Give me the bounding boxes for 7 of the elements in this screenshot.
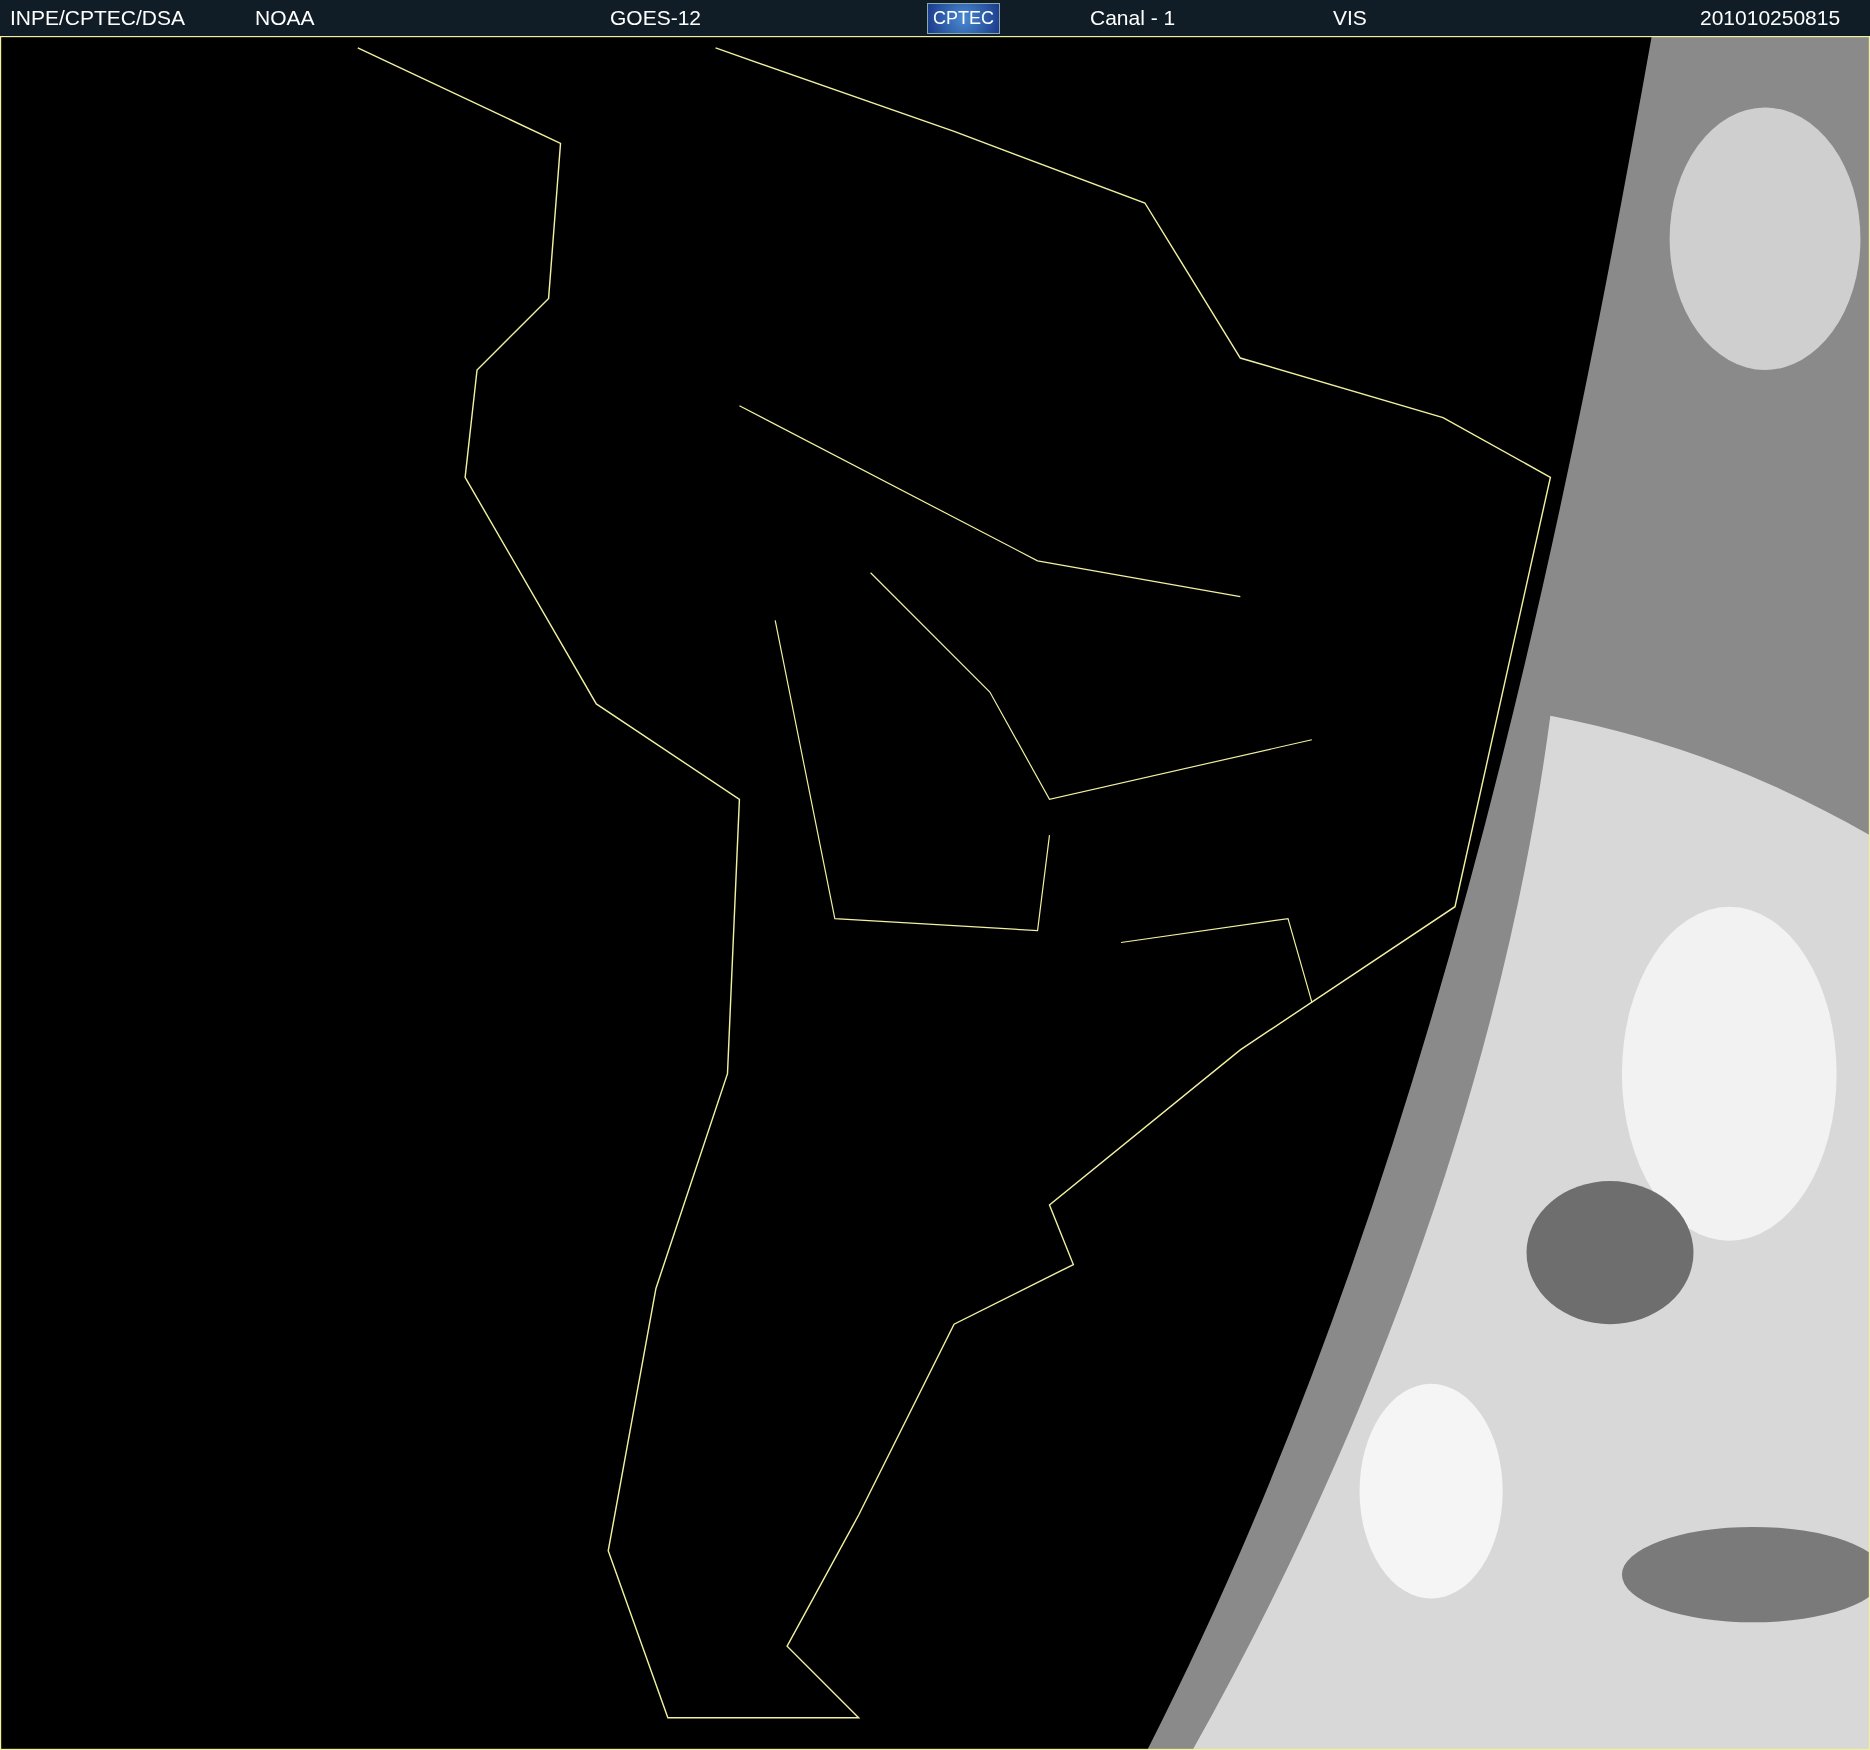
header-label: 201010250815 (1700, 6, 1841, 30)
header-label: NOAA (255, 6, 315, 30)
header-label: INPE/CPTEC/DSA (10, 6, 186, 30)
header-label: VIS (1333, 6, 1367, 30)
logo-badge: CPTEC (927, 2, 1000, 34)
header-label: GOES-12 (610, 6, 702, 30)
header-label: Canal - 1 (1090, 6, 1176, 30)
